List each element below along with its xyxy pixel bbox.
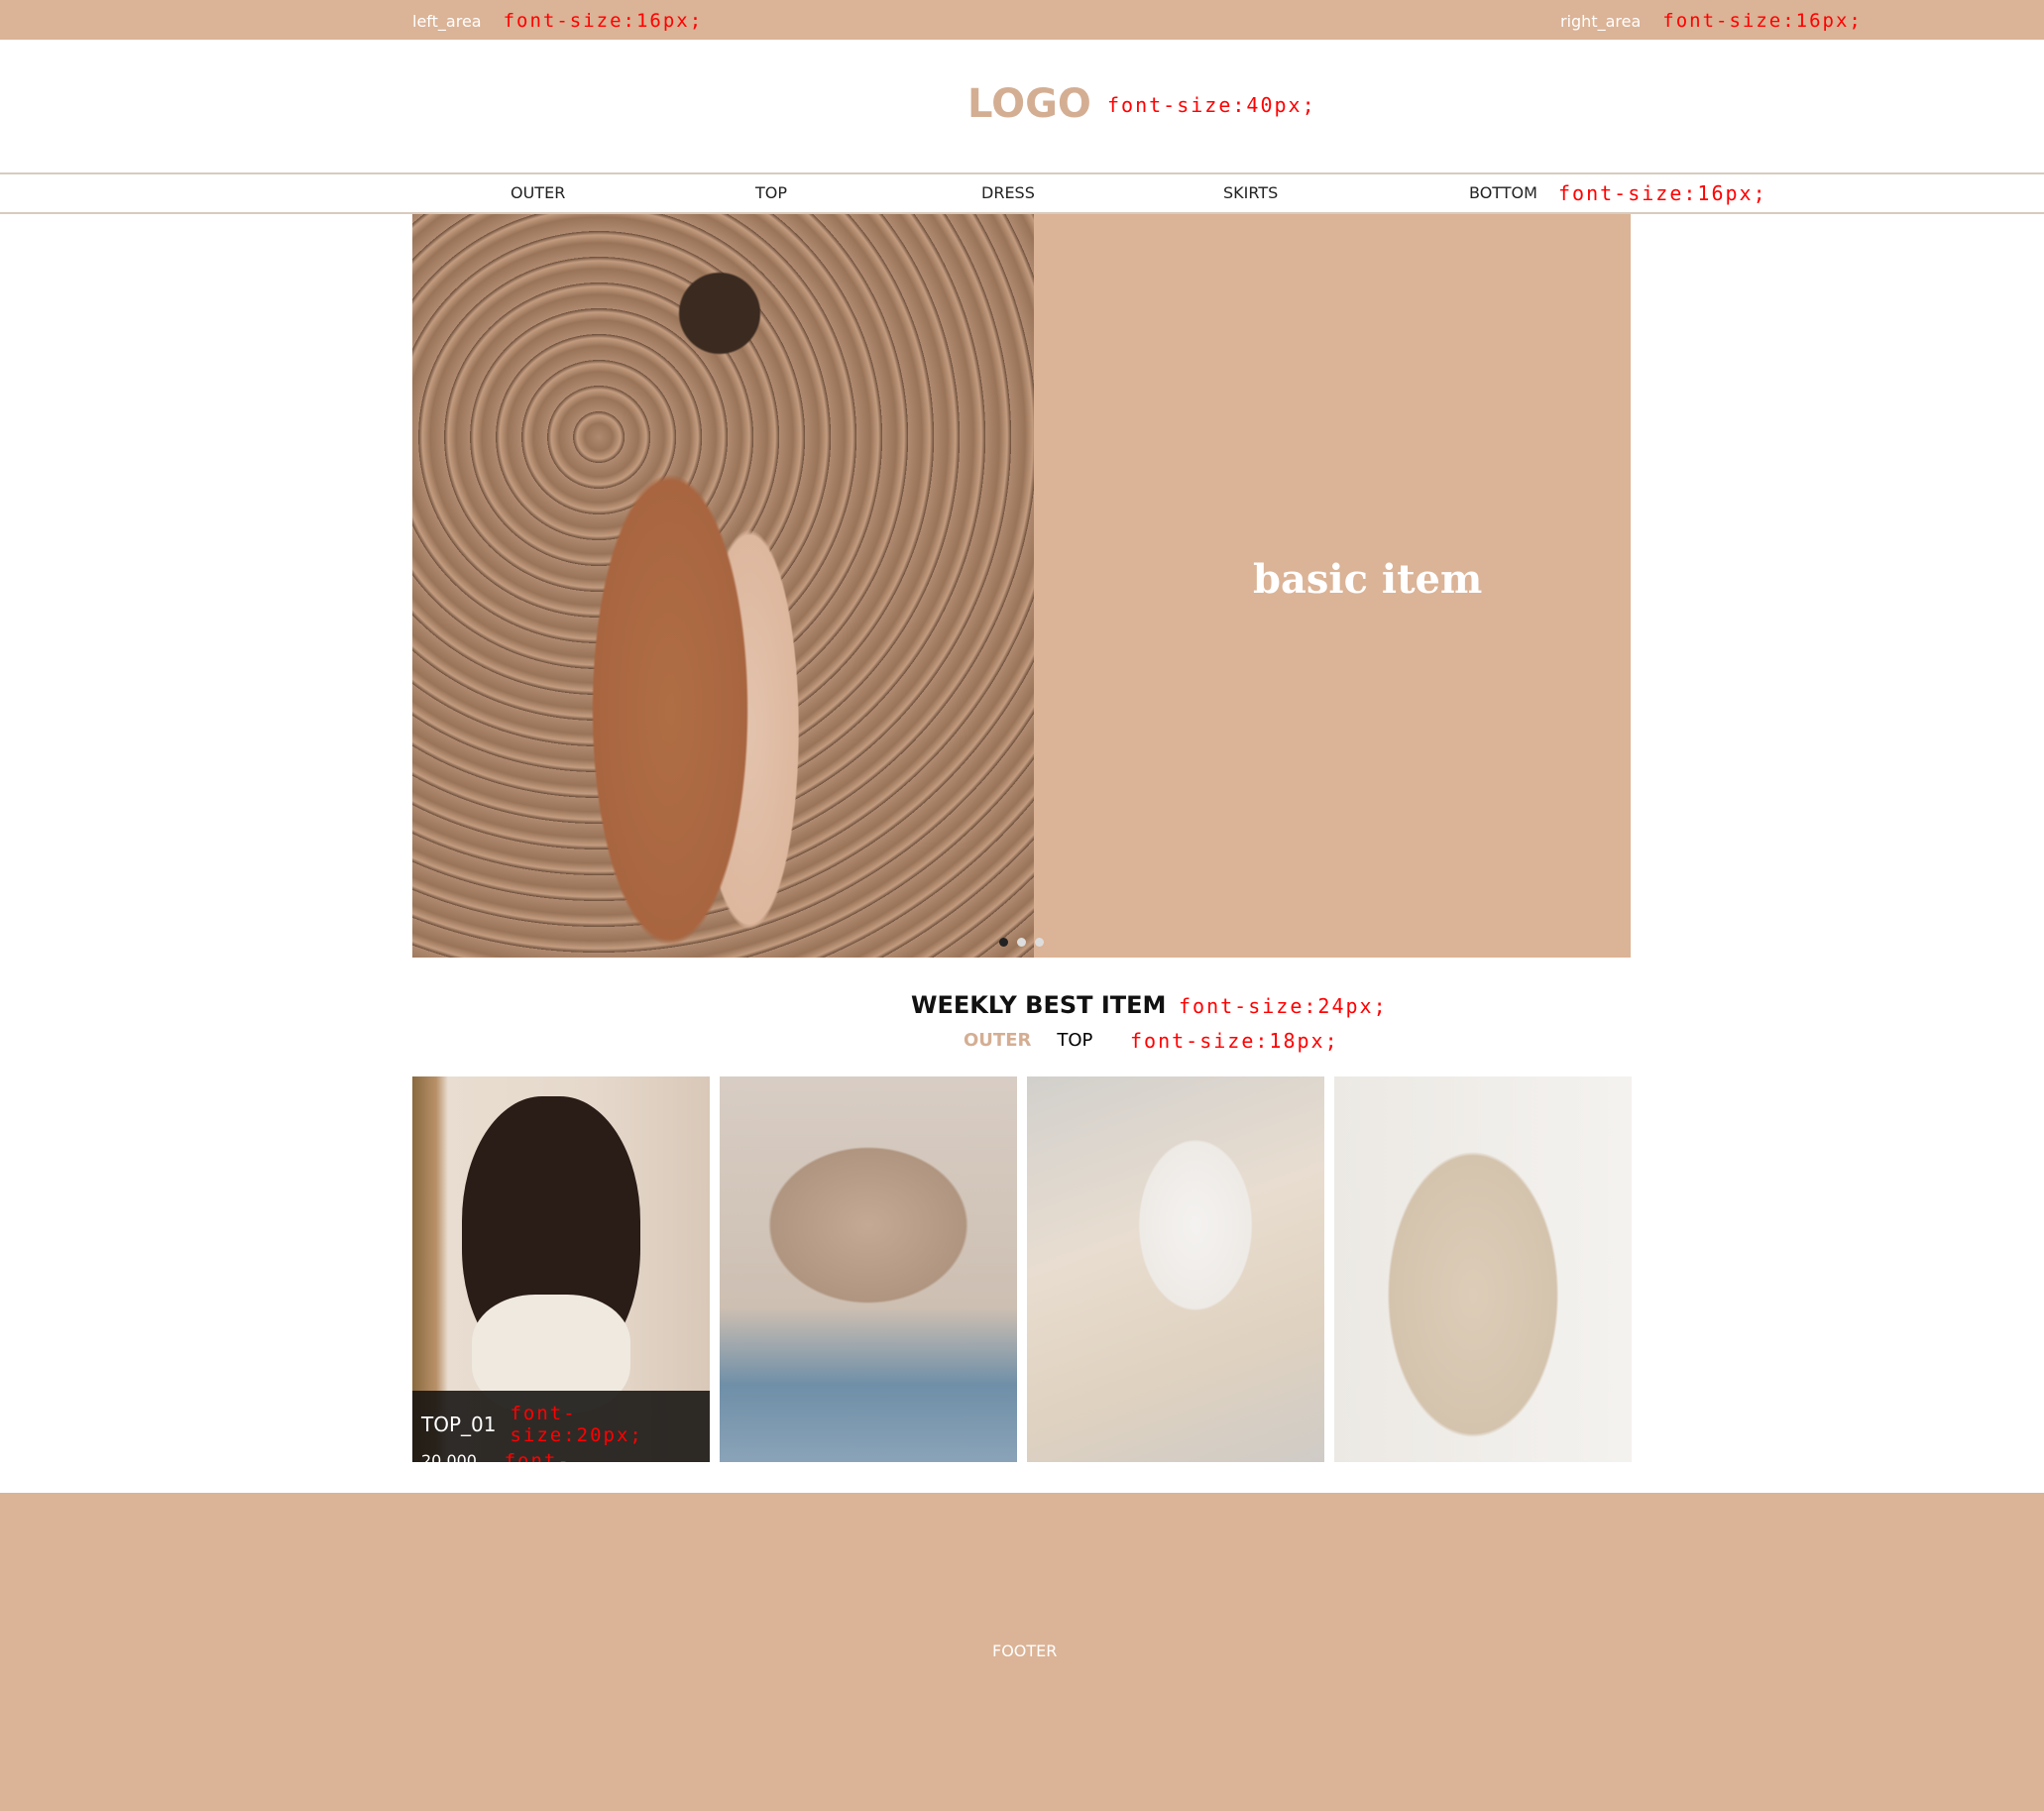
annotation: font-size:20px; xyxy=(510,1403,643,1446)
tab-outer[interactable]: OUTER xyxy=(964,1030,1031,1051)
product-card[interactable] xyxy=(1334,1076,1632,1462)
nav-item-skirts[interactable]: SKIRTS xyxy=(1223,183,1278,202)
product-card[interactable]: TOP_01 font-size:20px; 20,000원 font-size:1… xyxy=(412,1076,710,1462)
hero-title: basic item xyxy=(1253,556,1483,603)
hero-image xyxy=(412,214,1034,958)
slide-dot-1[interactable] xyxy=(999,938,1008,947)
hero-slider: basic item xyxy=(412,214,1631,958)
annotation: font-size:16px; xyxy=(1662,10,1863,32)
annotation: font-size:24px; xyxy=(1179,994,1388,1018)
nav-item-top[interactable]: TOP xyxy=(755,183,787,202)
nav-item-outer[interactable]: OUTER xyxy=(511,183,565,202)
right-area[interactable]: right_area xyxy=(1560,12,1641,31)
footer-label: FOOTER xyxy=(992,1641,1058,1660)
annotation: font-size:16px; xyxy=(503,10,704,32)
slide-dot-3[interactable] xyxy=(1035,938,1044,947)
annotation: font-size:40px; xyxy=(1107,93,1316,117)
footer: FOOTER xyxy=(0,1493,2044,1811)
main-nav: OUTER TOP DRESS SKIRTS BOTTOM font-size:… xyxy=(0,172,2044,214)
annotation: font-size:16px; xyxy=(504,1450,571,1462)
header: LOGO font-size:40px; xyxy=(0,40,2044,172)
tab-top[interactable]: TOP xyxy=(1057,1030,1092,1051)
product-name: TOP_01 xyxy=(421,1413,497,1436)
nav-item-dress[interactable]: DRESS xyxy=(981,183,1035,202)
section-title: WEEKLY BEST ITEM xyxy=(911,991,1167,1019)
nav-item-bottom[interactable]: BOTTOM xyxy=(1469,183,1537,202)
product-card[interactable] xyxy=(720,1076,1017,1462)
annotation: font-size:18px; xyxy=(1130,1029,1339,1053)
left-area[interactable]: left_area xyxy=(412,12,482,31)
logo[interactable]: LOGO xyxy=(967,81,1091,127)
top-bar: left_area font-size:16px; right_area font-… xyxy=(0,0,2044,40)
product-card[interactable] xyxy=(1027,1076,1324,1462)
category-tabs: OUTER TOP xyxy=(964,1030,1092,1051)
product-caption: TOP_01 font-size:20px; 20,000원 font-size:1… xyxy=(412,1391,710,1462)
annotation: font-size:16px; xyxy=(1558,181,1767,205)
product-price: 20,000원 xyxy=(421,1450,477,1463)
slide-dot-2[interactable] xyxy=(1017,938,1026,947)
